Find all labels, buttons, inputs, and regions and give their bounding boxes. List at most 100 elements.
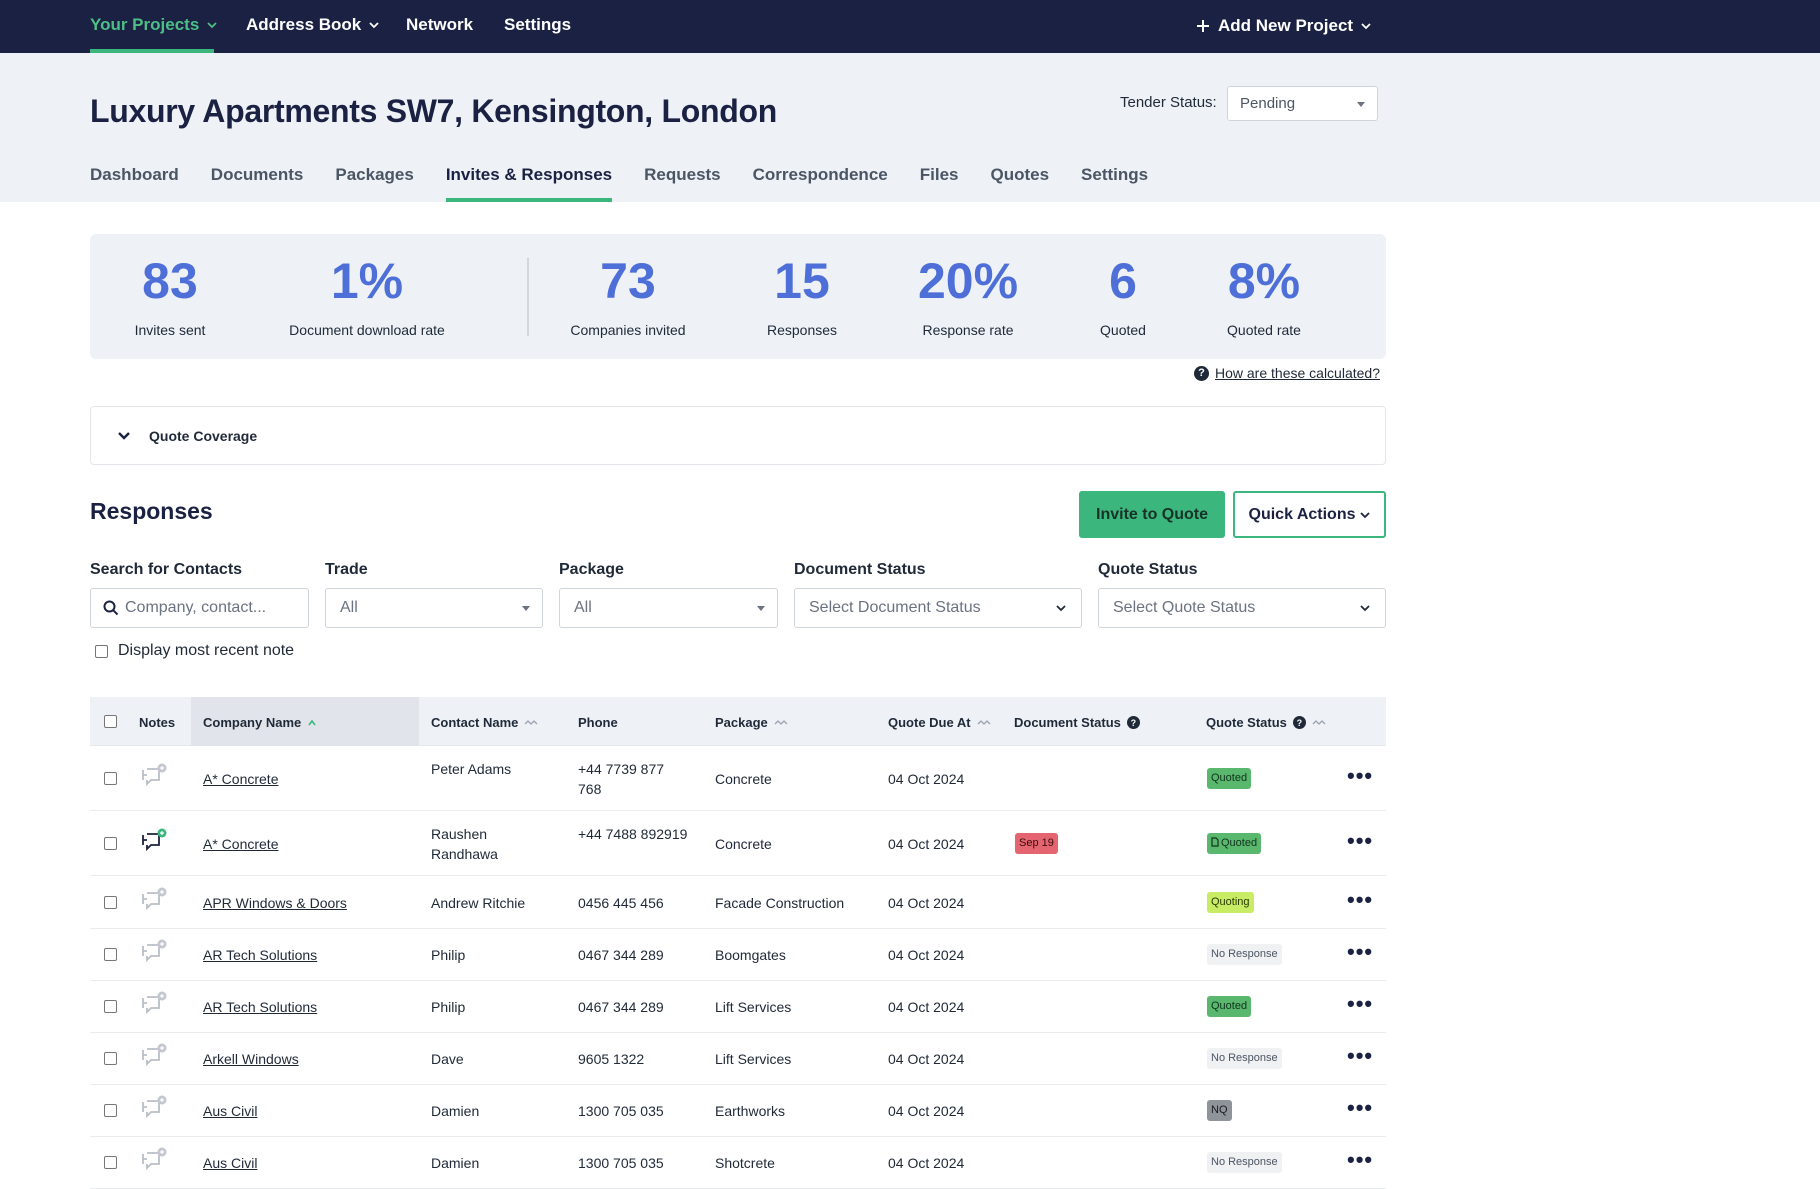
tab-files[interactable]: Files	[920, 165, 959, 202]
stat-label: Invites sent	[134, 322, 206, 338]
quote-status-badge: Quoted	[1207, 768, 1252, 789]
row-actions-menu-icon[interactable]: •••	[1347, 993, 1373, 1015]
top-navigation: Your Projects Address Book Network Setti…	[0, 0, 1820, 53]
chevron-down-icon	[207, 22, 217, 29]
quote-coverage-panel[interactable]: Quote Coverage	[90, 406, 1386, 465]
contact-name: Philip	[431, 999, 466, 1015]
quote-due-date: 04 Oct 2024	[888, 947, 965, 963]
help-icon[interactable]: ?	[1292, 716, 1306, 729]
company-name-link[interactable]: A* Concrete	[203, 769, 278, 789]
help-icon[interactable]: ?	[1126, 716, 1140, 729]
search-label: Search for Contacts	[90, 561, 243, 578]
search-input[interactable]: Company, contact...	[90, 588, 309, 628]
row-actions-menu-icon[interactable]: •••	[1347, 941, 1373, 963]
document-status-select[interactable]: Select Document Status	[794, 588, 1082, 628]
tab-packages[interactable]: Packages	[335, 165, 413, 202]
stat-label: Document download rate	[289, 322, 445, 338]
add-note-icon[interactable]	[139, 1043, 167, 1069]
row-actions-menu-icon[interactable]: •••	[1347, 889, 1373, 911]
phone-number: 1300 705 035	[578, 1155, 664, 1171]
nav-your-projects[interactable]: Your Projects	[90, 15, 217, 35]
select-all-checkbox[interactable]	[104, 715, 117, 728]
project-header: Luxury Apartments SW7, Kensington, Londo…	[0, 53, 1820, 202]
header-contact-name-label: Contact Name	[431, 715, 519, 730]
header-quote-status-label: Quote Status	[1206, 715, 1287, 730]
quote-status-label: No Response	[1211, 948, 1278, 960]
row-checkbox[interactable]	[104, 837, 117, 850]
sort-ascending-icon	[308, 719, 316, 725]
quote-status-badge: No Response	[1207, 1152, 1282, 1173]
display-recent-note-toggle[interactable]: Display most recent note	[95, 642, 294, 660]
nav-address-book[interactable]: Address Book	[246, 15, 379, 35]
company-name-link[interactable]: Arkell Windows	[203, 1049, 299, 1069]
table-row: Aus Civil Damien 1300 705 035 Shotcrete 04 O…	[90, 1137, 1386, 1189]
nav-network[interactable]: Network	[406, 15, 473, 35]
tender-status-label: Tender Status:	[1120, 94, 1217, 111]
sort-icon	[977, 719, 991, 725]
add-new-project-button[interactable]: Add New Project	[1196, 16, 1371, 36]
trade-select[interactable]: All	[325, 588, 543, 628]
tab-correspondence[interactable]: Correspondence	[753, 165, 888, 202]
quick-actions-button[interactable]: Quick Actions	[1233, 491, 1386, 538]
quote-status-label: Quoted	[1221, 837, 1258, 849]
how-calculated-link[interactable]: ? How are these calculated?	[1194, 365, 1380, 381]
company-name-link[interactable]: APR Windows & Doors	[203, 893, 347, 913]
row-checkbox[interactable]	[104, 1156, 117, 1169]
company-name-link[interactable]: A* Concrete	[203, 834, 278, 854]
add-note-icon[interactable]	[139, 887, 167, 913]
row-actions-menu-icon[interactable]: •••	[1347, 765, 1373, 787]
row-checkbox[interactable]	[104, 1104, 117, 1117]
package-select[interactable]: All	[559, 588, 778, 628]
phone-number: 0467 344 289	[578, 947, 664, 963]
row-checkbox[interactable]	[104, 772, 117, 785]
trade-value: All	[340, 599, 358, 616]
header-package-label: Package	[715, 715, 768, 730]
header-quote-status[interactable]: Quote Status ?	[1206, 715, 1326, 730]
company-name-link[interactable]: AR Tech Solutions	[203, 945, 317, 965]
add-note-icon[interactable]	[139, 1095, 167, 1121]
tab-dashboard[interactable]: Dashboard	[90, 165, 179, 202]
chevron-down-icon	[1360, 511, 1371, 518]
display-recent-note-label: Display most recent note	[118, 642, 295, 659]
document-status-label: Document Status	[794, 561, 926, 578]
tab-documents[interactable]: Documents	[211, 165, 304, 202]
tab-settings[interactable]: Settings	[1081, 165, 1148, 202]
phone-number: 9605 1322	[578, 1051, 645, 1067]
row-checkbox[interactable]	[104, 948, 117, 961]
sort-icon	[774, 719, 788, 725]
quote-status-badge: No Response	[1207, 944, 1282, 965]
contact-name: Raushen Randhawa	[431, 826, 498, 862]
tab-quotes[interactable]: Quotes	[990, 165, 1049, 202]
add-note-icon[interactable]	[139, 939, 167, 965]
company-name-link[interactable]: AR Tech Solutions	[203, 997, 317, 1017]
quote-status-label: No Response	[1211, 1156, 1278, 1168]
header-quote-due[interactable]: Quote Due At	[888, 715, 991, 730]
company-name-link[interactable]: Aus Civil	[203, 1153, 257, 1173]
row-actions-menu-icon[interactable]: •••	[1347, 830, 1373, 852]
row-checkbox[interactable]	[104, 1000, 117, 1013]
package-name: Boomgates	[715, 947, 786, 963]
quote-status-select[interactable]: Select Quote Status	[1098, 588, 1386, 628]
phone-number: 0467 344 289	[578, 999, 664, 1015]
company-name-link[interactable]: Aus Civil	[203, 1101, 257, 1121]
row-actions-menu-icon[interactable]: •••	[1347, 1045, 1373, 1067]
row-checkbox[interactable]	[104, 896, 117, 909]
sort-icon	[524, 719, 538, 725]
stat-value: 20%	[917, 253, 1019, 309]
tab-invites-responses[interactable]: Invites & Responses	[445, 165, 613, 202]
add-note-icon[interactable]	[139, 1147, 167, 1173]
add-note-icon[interactable]	[139, 991, 167, 1017]
header-contact-name[interactable]: Contact Name	[431, 715, 538, 730]
add-note-icon[interactable]	[139, 763, 167, 789]
nav-settings[interactable]: Settings	[504, 15, 571, 35]
project-title: Luxury Apartments SW7, Kensington, Londo…	[90, 93, 777, 129]
add-note-icon[interactable]	[139, 828, 167, 854]
invite-to-quote-button[interactable]: Invite to Quote	[1079, 491, 1225, 538]
header-package[interactable]: Package	[715, 715, 788, 730]
row-actions-menu-icon[interactable]: •••	[1347, 1097, 1373, 1119]
tender-status-select[interactable]: Pending	[1227, 86, 1378, 121]
header-company-name[interactable]: Company Name	[203, 715, 317, 730]
display-recent-note-checkbox[interactable]	[95, 644, 108, 658]
tab-requests[interactable]: Requests	[644, 165, 721, 202]
row-checkbox[interactable]	[104, 1052, 117, 1065]
